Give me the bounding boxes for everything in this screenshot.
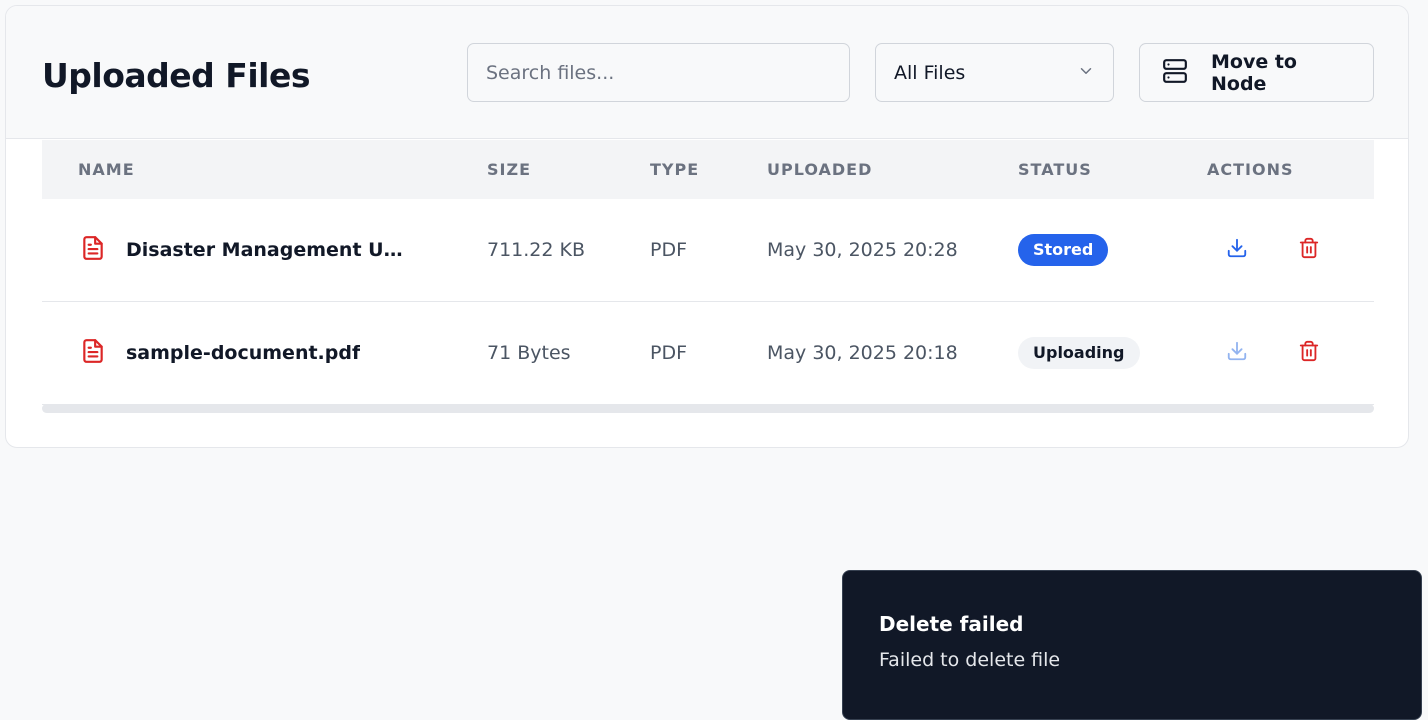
page-title: Uploaded Files bbox=[42, 56, 310, 95]
download-button-disabled[interactable] bbox=[1223, 339, 1251, 367]
move-to-node-button[interactable]: Move to Node bbox=[1139, 43, 1374, 102]
table-row[interactable]: sample-document.pdf 71 Bytes PDF May 30,… bbox=[42, 302, 1374, 405]
file-uploaded-date: May 30, 2025 20:28 bbox=[767, 239, 958, 261]
delete-button[interactable] bbox=[1295, 236, 1323, 264]
file-size: 711.22 KB bbox=[487, 239, 586, 261]
column-header-actions: ACTIONS bbox=[1207, 160, 1294, 179]
column-header-name[interactable]: NAME bbox=[78, 140, 135, 199]
column-header-type[interactable]: TYPE bbox=[650, 140, 699, 199]
column-header-status: STATUS bbox=[1018, 160, 1092, 179]
status-badge: Stored bbox=[1018, 234, 1109, 266]
file-name-cell: sample-document.pdf bbox=[80, 302, 360, 404]
card-header: Uploaded Files All Files Move to Node bbox=[6, 6, 1408, 139]
toast-description: Failed to delete file bbox=[879, 649, 1061, 671]
table-header-row: NAME SIZE TYPE UPLOADED STATUS ACTIONS bbox=[42, 140, 1374, 199]
delete-button[interactable] bbox=[1295, 339, 1323, 367]
download-icon bbox=[1226, 340, 1248, 366]
file-text-icon bbox=[80, 336, 106, 371]
search-input[interactable] bbox=[467, 43, 850, 102]
server-icon bbox=[1162, 58, 1188, 88]
horizontal-scrollbar[interactable] bbox=[42, 404, 1374, 413]
file-size: 71 Bytes bbox=[487, 342, 571, 364]
trash-icon bbox=[1298, 339, 1320, 367]
file-type: PDF bbox=[650, 342, 688, 364]
file-text-icon bbox=[80, 233, 106, 268]
files-card: Uploaded Files All Files Move to Node NA… bbox=[5, 5, 1409, 448]
table-row[interactable]: Disaster Management Unit 1... 711.22 KB … bbox=[42, 199, 1374, 302]
column-header-uploaded[interactable]: UPLOADED bbox=[767, 140, 872, 199]
download-button[interactable] bbox=[1223, 236, 1251, 264]
status-badge: Uploading bbox=[1018, 337, 1140, 369]
download-icon bbox=[1226, 237, 1248, 263]
trash-icon bbox=[1298, 236, 1320, 264]
column-header-size[interactable]: SIZE bbox=[487, 140, 531, 199]
file-filter-value: All Files bbox=[894, 61, 966, 84]
file-type: PDF bbox=[650, 239, 688, 261]
status-cell: Uploading bbox=[1018, 302, 1140, 404]
move-to-node-label: Move to Node bbox=[1211, 50, 1297, 95]
file-name-cell: Disaster Management Unit 1... bbox=[80, 199, 416, 301]
chevron-down-icon bbox=[1077, 62, 1095, 84]
status-cell: Stored bbox=[1018, 199, 1109, 301]
file-name: Disaster Management Unit 1... bbox=[126, 239, 416, 261]
file-name: sample-document.pdf bbox=[126, 342, 361, 364]
toast-title: Delete failed bbox=[879, 612, 1024, 636]
file-uploaded-date: May 30, 2025 20:18 bbox=[767, 342, 958, 364]
error-toast: Delete failed Failed to delete file bbox=[842, 570, 1422, 720]
file-filter-select[interactable]: All Files bbox=[875, 43, 1114, 102]
